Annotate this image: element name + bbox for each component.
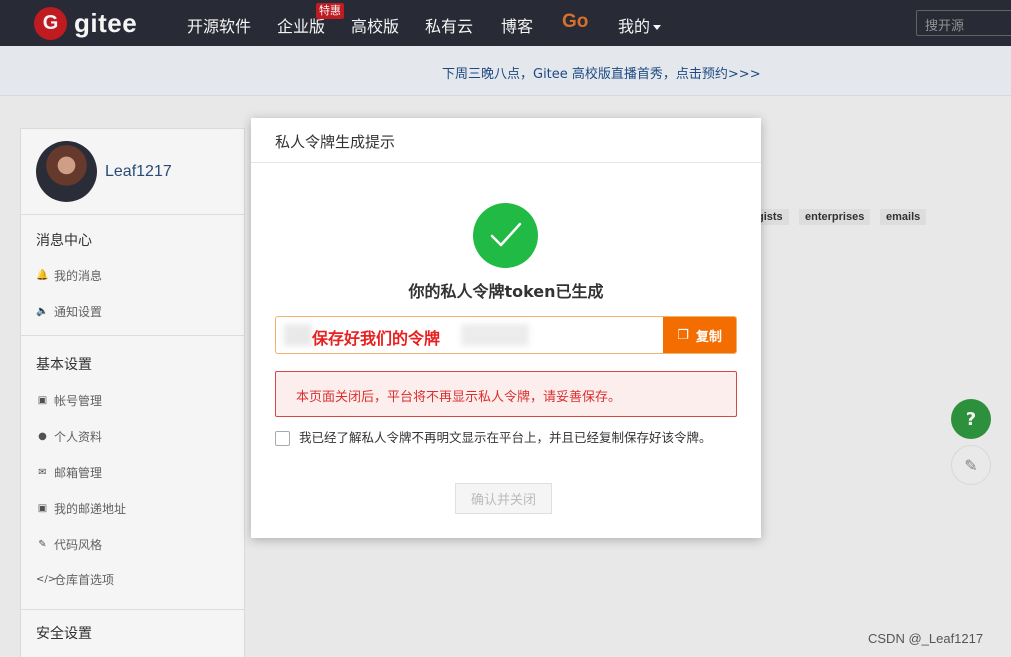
success-check-icon <box>473 203 538 268</box>
token-blur-right <box>461 324 529 346</box>
agree-checkbox[interactable] <box>275 431 290 446</box>
copy-button[interactable]: ❐ 复制 <box>663 317 736 353</box>
watermark: CSDN @_Leaf1217 <box>868 631 984 646</box>
warning-message: 本页面关闭后，平台将不再显示私人令牌，请妥善保存。 <box>275 371 737 417</box>
copy-icon: ❐ <box>677 327 689 343</box>
token-text: 保存好我们的令牌 <box>312 329 441 348</box>
token-blur-left <box>284 324 312 346</box>
token-generated-dialog: 私人令牌生成提示 你的私人令牌token已生成 保存好我们的令牌 ❐ 复制 本页… <box>251 118 761 538</box>
agree-text[interactable]: 我已经了解私人令牌不再明文显示在平台上，并且已经复制保存好该令牌。 <box>299 430 712 446</box>
confirm-close-button[interactable]: 确认并关闭 <box>455 483 552 514</box>
token-row: 保存好我们的令牌 ❐ 复制 <box>275 316 737 354</box>
dialog-title: 私人令牌生成提示 <box>251 118 761 163</box>
agree-row: 我已经了解私人令牌不再明文显示在平台上，并且已经复制保存好该令牌。 <box>275 430 737 446</box>
token-input[interactable]: 保存好我们的令牌 <box>276 317 663 353</box>
copy-button-label: 复制 <box>695 329 722 345</box>
success-message: 你的私人令牌token已生成 <box>408 282 604 301</box>
